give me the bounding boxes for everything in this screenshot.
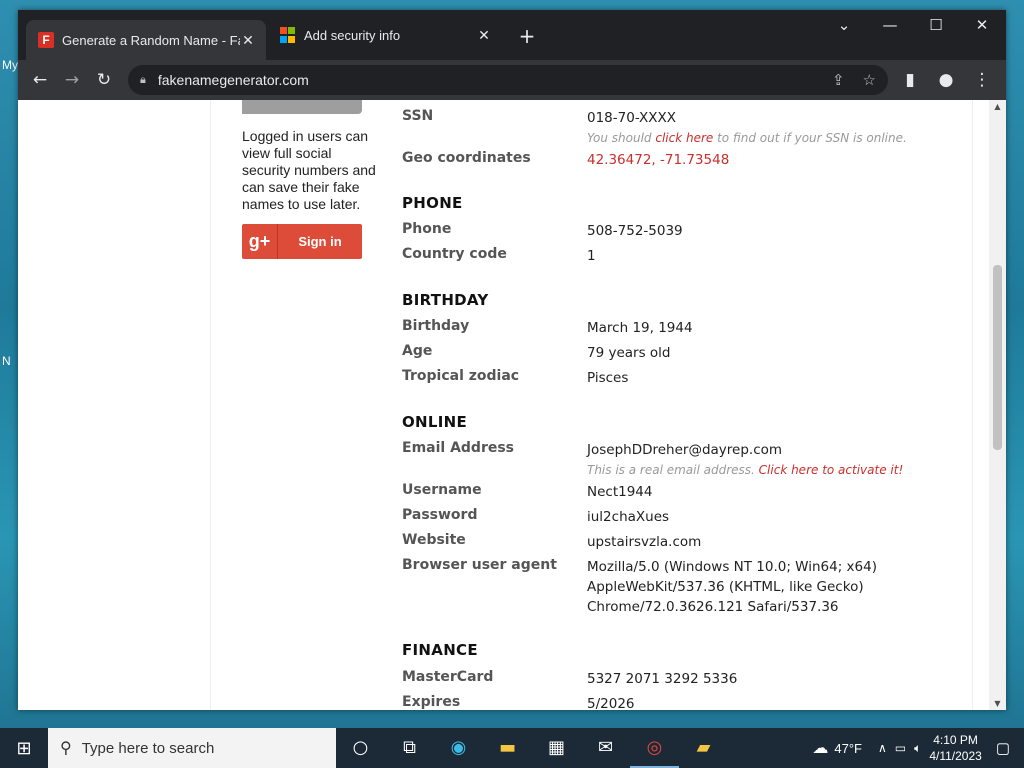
cloud-weather-icon[interactable]: ☁ xyxy=(812,738,828,758)
field-label: Website xyxy=(402,532,466,548)
page-content: Logged in users can view full social sec… xyxy=(18,100,1006,710)
chrome-icon[interactable]: ◎ xyxy=(630,728,679,768)
lock-icon: 🔒︎ xyxy=(140,73,146,86)
tab-title: Generate a Random Name - Fake xyxy=(62,32,240,48)
side-panel-icon[interactable]: ▮ xyxy=(894,70,926,90)
edge-icon[interactable]: ◉ xyxy=(434,728,483,768)
close-window-button[interactable]: ✕ xyxy=(962,16,1002,34)
url-text: fakenamegenerator.com xyxy=(157,72,309,88)
page-scrollbar[interactable]: ▲ ▼ xyxy=(989,100,1006,710)
taskbar-search[interactable]: ⚲ Type here to search xyxy=(48,728,336,768)
age-value: 79 years old xyxy=(587,345,671,361)
tab-security-info[interactable]: Add security info ✕ xyxy=(268,18,502,52)
online-heading: ONLINE xyxy=(402,413,468,431)
ssn-note: You should click here to find out if you… xyxy=(587,131,907,145)
scroll-down-icon[interactable]: ▼ xyxy=(989,699,1006,708)
fakename-favicon-icon: F xyxy=(38,32,54,48)
tab-fakename[interactable]: F Generate a Random Name - Fake ✕ xyxy=(26,20,266,60)
file-explorer-icon[interactable]: ▬ xyxy=(483,728,532,768)
google-signin-button[interactable]: g+ Sign in xyxy=(242,224,362,259)
field-label: MasterCard xyxy=(402,669,494,685)
volume-icon[interactable]: 🔈︎ xyxy=(914,741,921,756)
desktop-label-n: N xyxy=(2,354,11,368)
field-label: Phone xyxy=(402,221,452,237)
microsoft-logo-icon xyxy=(280,27,296,43)
clock-date: 4/11/2023 xyxy=(929,749,982,763)
profile-icon[interactable]: ● xyxy=(930,70,962,90)
forward-button[interactable]: → xyxy=(56,70,88,90)
login-promo-text: Logged in users can view full social sec… xyxy=(242,128,376,212)
mastercard-value: 5327 2071 3292 5336 xyxy=(587,671,738,687)
field-label: Email Address xyxy=(402,440,515,456)
close-tab-icon[interactable]: ✕ xyxy=(240,32,256,49)
signin-label: Sign in xyxy=(298,234,342,249)
address-bar[interactable]: 🔒︎ fakenamegenerator.com ⇪ ☆ xyxy=(128,65,888,95)
browser-window: F Generate a Random Name - Fake ✕ Add se… xyxy=(18,10,1006,710)
password-value: iul2chaXues xyxy=(587,509,670,525)
ssn-value: 018-70-XXXX xyxy=(587,110,677,126)
country-code-value: 1 xyxy=(587,248,596,264)
store-icon[interactable]: ▦ xyxy=(532,728,581,768)
scroll-up-icon[interactable]: ▲ xyxy=(989,102,1006,111)
email-note: This is a real email address. Click here… xyxy=(587,463,904,477)
field-label: Country code xyxy=(402,246,507,262)
menu-kebab-icon[interactable]: ⋮ xyxy=(966,70,998,90)
back-button[interactable]: ← xyxy=(24,70,56,90)
tab-bar: F Generate a Random Name - Fake ✕ Add se… xyxy=(18,10,1006,60)
bookmark-star-icon[interactable]: ☆ xyxy=(863,71,876,89)
field-label: Username xyxy=(402,482,482,498)
share-icon[interactable]: ⇪ xyxy=(832,71,845,89)
scrollbar-thumb[interactable] xyxy=(993,265,1002,450)
tab-title: Add security info xyxy=(304,27,401,43)
field-label: Browser user agent xyxy=(402,557,557,573)
phone-heading: PHONE xyxy=(402,194,463,212)
search-placeholder: Type here to search xyxy=(81,739,215,757)
username-value: Nect1944 xyxy=(587,484,653,500)
field-label: Expires xyxy=(402,694,461,710)
google-plus-icon: g+ xyxy=(242,224,278,259)
sidebar-image xyxy=(242,100,362,114)
search-icon: ⚲ xyxy=(60,740,72,757)
birthday-heading: BIRTHDAY xyxy=(402,291,489,309)
activate-email-link[interactable]: Click here to activate it! xyxy=(759,463,904,477)
reload-button[interactable]: ↻ xyxy=(88,70,120,90)
geo-link[interactable]: 42.36472, -71.73548 xyxy=(587,150,947,170)
email-value: JosephDDreher@dayrep.com xyxy=(587,442,783,458)
cortana-icon[interactable]: ○ xyxy=(336,728,385,768)
new-tab-button[interactable]: + xyxy=(514,24,540,48)
browser-toolbar: ← → ↻ 🔒︎ fakenamegenerator.com ⇪ ☆ ▮ ● ⋮ xyxy=(18,60,1006,100)
field-label: Tropical zodiac xyxy=(402,368,520,384)
taskbar-clock[interactable]: 4:10 PM 4/11/2023 xyxy=(929,732,982,764)
network-icon[interactable]: ▭ xyxy=(895,741,906,755)
clock-time: 4:10 PM xyxy=(933,733,978,747)
finance-heading: FINANCE xyxy=(402,641,478,659)
ssn-check-link[interactable]: click here xyxy=(655,131,713,145)
weather-temp[interactable]: 47°F xyxy=(834,741,862,756)
field-label: Geo coordinates xyxy=(402,150,531,166)
close-tab-icon[interactable]: ✕ xyxy=(476,27,492,44)
field-label: Password xyxy=(402,507,478,523)
chevron-up-icon[interactable]: ∧ xyxy=(878,741,887,755)
website-value: upstairsvzla.com xyxy=(587,534,702,550)
task-view-icon[interactable]: ⧉ xyxy=(385,728,434,768)
notification-icon[interactable]: ▢ xyxy=(996,739,1010,757)
minimize-button[interactable]: — xyxy=(870,16,910,34)
field-label: Birthday xyxy=(402,318,470,334)
system-tray: ☁ 47°F ∧ ▭ 🔈︎ 4:10 PM 4/11/2023 ▢ xyxy=(812,728,1024,768)
user-agent-value: Mozilla/5.0 (Windows NT 10.0; Win64; x64… xyxy=(587,559,877,615)
windows-taskbar: ⊞ ⚲ Type here to search ○ ⧉ ◉ ▬ ▦ ✉ ◎ ▰ … xyxy=(0,728,1024,768)
maximize-button[interactable]: ☐ xyxy=(916,16,956,34)
phone-value: 508-752-5039 xyxy=(587,223,683,239)
mail-icon[interactable]: ✉ xyxy=(581,728,630,768)
desktop-label-my: My xyxy=(2,58,18,72)
birthday-value: March 19, 1944 xyxy=(587,320,693,336)
field-label: Age xyxy=(402,343,433,359)
tab-search-icon[interactable]: ⌄ xyxy=(824,16,864,34)
expires-value: 5/2026 xyxy=(587,696,635,710)
zodiac-value: Pisces xyxy=(587,370,629,386)
field-label: SSN xyxy=(402,108,434,124)
notes-app-icon[interactable]: ▰ xyxy=(679,728,728,768)
windows-start-icon[interactable]: ⊞ xyxy=(0,738,48,759)
